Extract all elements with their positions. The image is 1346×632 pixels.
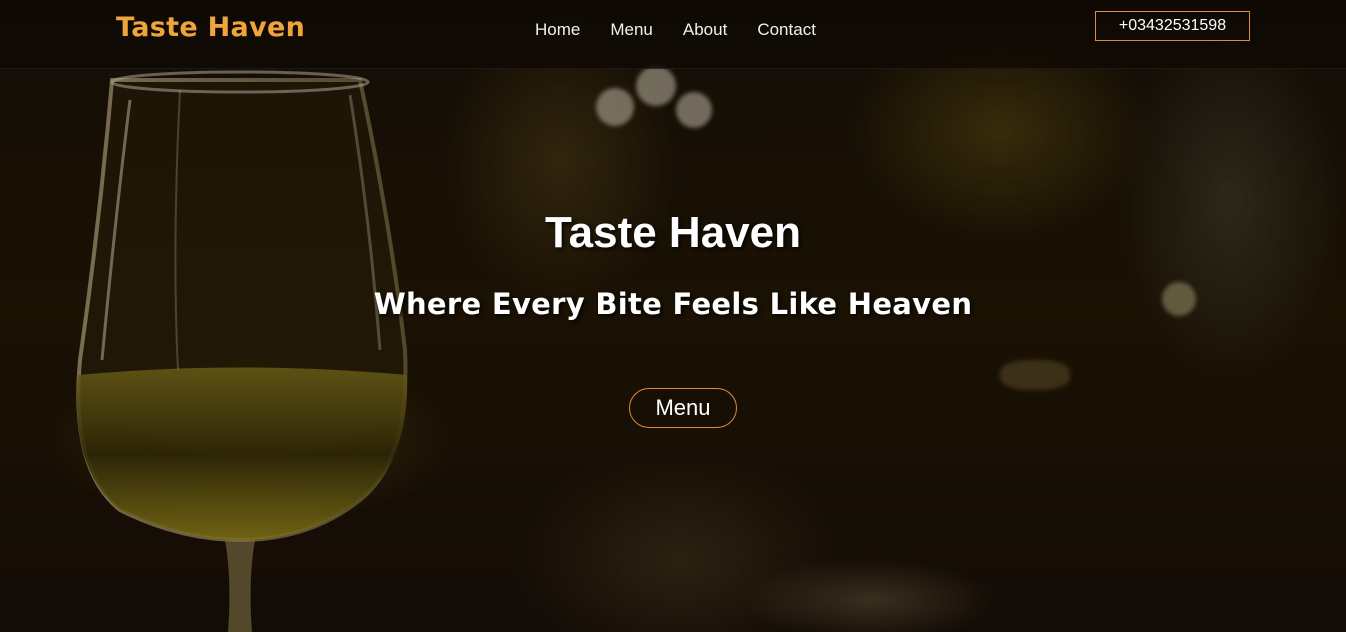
nav-link-contact[interactable]: Contact: [757, 19, 816, 41]
hero-subtitle: Where Every Bite Feels Like Heaven: [373, 287, 973, 321]
hero-menu-button[interactable]: Menu: [629, 388, 737, 428]
landing-page: Taste Haven Home Menu About Contact +034…: [0, 0, 1346, 632]
nav-link-about[interactable]: About: [683, 19, 727, 41]
site-logo[interactable]: Taste Haven: [116, 12, 305, 43]
nav-link-menu[interactable]: Menu: [610, 19, 653, 41]
hero-title: Taste Haven: [545, 208, 801, 257]
nav-link-home[interactable]: Home: [535, 19, 580, 41]
top-navbar: Taste Haven Home Menu About Contact +034…: [0, 0, 1346, 69]
main-nav: Home Menu About Contact: [535, 19, 846, 41]
phone-button[interactable]: +03432531598: [1095, 11, 1250, 41]
